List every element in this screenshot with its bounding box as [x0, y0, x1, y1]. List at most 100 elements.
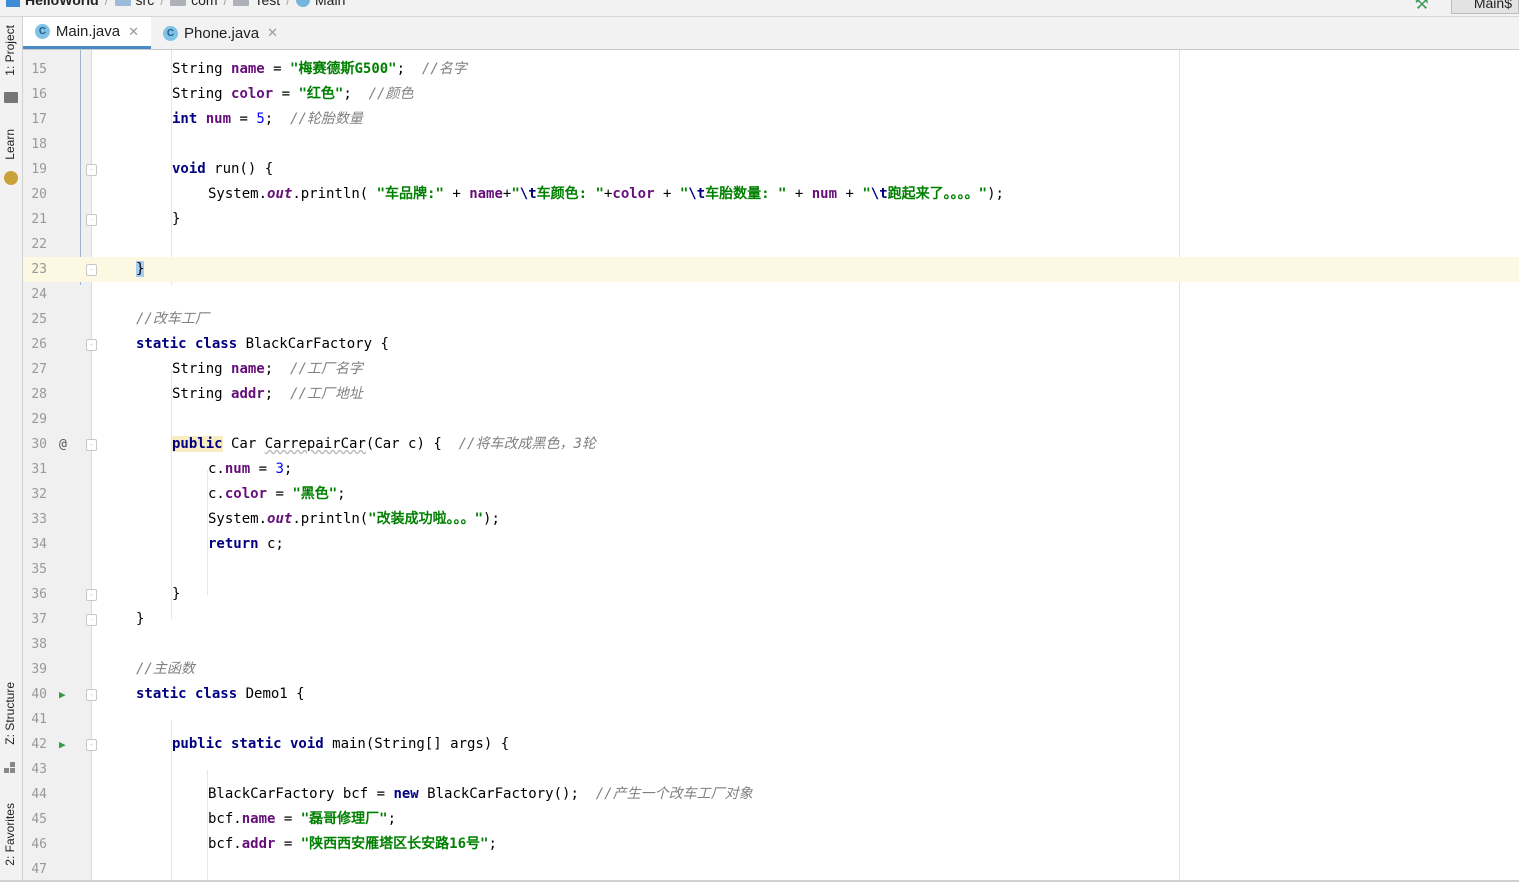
code-line[interactable]: 30 @ - public Car CarrepairCar(Car c) { //将…: [23, 432, 1519, 457]
code-text[interactable]: }: [172, 207, 180, 232]
line-number[interactable]: 19: [23, 157, 47, 182]
code-text[interactable]: }: [136, 607, 144, 632]
code-text[interactable]: c.color = "黑色";: [208, 482, 346, 507]
code-editor[interactable]: 15 String name = "梅赛德斯G500"; //名字 16 String…: [23, 50, 1519, 882]
code-line[interactable]: 35: [23, 557, 1519, 582]
line-number[interactable]: 25: [23, 307, 47, 332]
line-number[interactable]: 34: [23, 532, 47, 557]
code-text[interactable]: String addr; //工厂地址: [172, 382, 363, 407]
code-text[interactable]: //主函数: [136, 657, 195, 682]
breadcrumb-com[interactable]: com: [170, 0, 218, 8]
code-text[interactable]: c.num = 3;: [208, 457, 292, 482]
run-configuration-selector[interactable]: Main$: [1450, 0, 1519, 14]
code-text[interactable]: return c;: [208, 532, 284, 557]
code-line[interactable]: 23 -}: [23, 257, 1519, 282]
code-text[interactable]: System.out.println("改装成功啦。。。");: [208, 507, 500, 532]
code-line[interactable]: 38: [23, 632, 1519, 657]
code-text[interactable]: String color = "红色"; //颜色: [172, 82, 413, 107]
code-line[interactable]: 40 ▶ - static class Demo1 {: [23, 682, 1519, 707]
line-number[interactable]: 42: [23, 732, 47, 757]
build-hammer-icon[interactable]: ⚒: [1415, 0, 1429, 14]
breadcrumb-src[interactable]: src: [114, 0, 154, 8]
line-number[interactable]: 22: [23, 232, 47, 257]
line-number[interactable]: 21: [23, 207, 47, 232]
line-number[interactable]: 20: [23, 182, 47, 207]
line-number[interactable]: 16: [23, 82, 47, 107]
code-line[interactable]: 22: [23, 232, 1519, 257]
fold-start-icon[interactable]: -: [86, 339, 97, 351]
close-icon[interactable]: ✕: [128, 24, 139, 40]
line-number[interactable]: 26: [23, 332, 47, 357]
structure-tool-tab[interactable]: Z: Structure: [3, 682, 17, 745]
code-line[interactable]: 21 -}: [23, 207, 1519, 232]
tab-phone-java[interactable]: C Phone.java ✕: [151, 17, 290, 49]
code-line[interactable]: 24: [23, 282, 1519, 307]
code-line[interactable]: 41: [23, 707, 1519, 732]
code-text[interactable]: static class BlackCarFactory {: [136, 332, 389, 357]
code-line[interactable]: 27 String name; //工厂名字: [23, 357, 1519, 382]
fold-end-icon[interactable]: -: [86, 264, 97, 276]
code-line[interactable]: 47: [23, 857, 1519, 882]
code-line[interactable]: 42 ▶ - public static void main(String[] arg…: [23, 732, 1519, 757]
fold-start-icon[interactable]: -: [86, 739, 97, 751]
line-number[interactable]: 44: [23, 782, 47, 807]
run-icon[interactable]: ▶: [59, 732, 66, 757]
line-number[interactable]: 41: [23, 707, 47, 732]
fold-end-icon[interactable]: -: [86, 589, 97, 601]
line-number[interactable]: 27: [23, 357, 47, 382]
line-number[interactable]: 45: [23, 807, 47, 832]
code-text[interactable]: }: [172, 582, 180, 607]
line-number[interactable]: 15: [23, 57, 47, 82]
line-number[interactable]: 43: [23, 757, 47, 782]
line-number[interactable]: 32: [23, 482, 47, 507]
code-line[interactable]: 29: [23, 407, 1519, 432]
code-line[interactable]: 43: [23, 757, 1519, 782]
code-text[interactable]: public Car CarrepairCar(Car c) { //将车改成黑…: [172, 432, 596, 457]
code-text[interactable]: void run() {: [172, 157, 273, 182]
breadcrumb-project[interactable]: HelloWorld: [6, 0, 99, 8]
code-line[interactable]: 36 -}: [23, 582, 1519, 607]
line-number[interactable]: 31: [23, 457, 47, 482]
line-number[interactable]: 39: [23, 657, 47, 682]
code-line[interactable]: 20 System.out.println( "车品牌:" + name+"\t车…: [23, 182, 1519, 207]
code-text[interactable]: String name = "梅赛德斯G500"; //名字: [172, 57, 467, 82]
line-number[interactable]: 30: [23, 432, 47, 457]
code-line[interactable]: 25 //改车工厂: [23, 307, 1519, 332]
line-number[interactable]: 46: [23, 832, 47, 857]
code-text[interactable]: static class Demo1 {: [136, 682, 305, 707]
code-text[interactable]: String name; //工厂名字: [172, 357, 363, 382]
favorites-tool-tab[interactable]: 2: Favorites: [3, 803, 17, 866]
run-icon[interactable]: ▶: [59, 682, 66, 707]
code-text[interactable]: //改车工厂: [136, 307, 209, 332]
line-number[interactable]: 38: [23, 632, 47, 657]
code-line[interactable]: 18: [23, 132, 1519, 157]
code-line[interactable]: 39 //主函数: [23, 657, 1519, 682]
code-line[interactable]: 28 String addr; //工厂地址: [23, 382, 1519, 407]
code-text[interactable]: bcf.name = "磊哥修理厂";: [208, 807, 396, 832]
fold-start-icon[interactable]: -: [86, 689, 97, 701]
code-line[interactable]: 19 - void run() {: [23, 157, 1519, 182]
code-text[interactable]: bcf.addr = "陕西西安雁塔区长安路16号";: [208, 832, 497, 857]
code-line[interactable]: 46 bcf.addr = "陕西西安雁塔区长安路16号";: [23, 832, 1519, 857]
line-number[interactable]: 40: [23, 682, 47, 707]
line-number[interactable]: 33: [23, 507, 47, 532]
line-number[interactable]: 36: [23, 582, 47, 607]
line-number[interactable]: 28: [23, 382, 47, 407]
line-number[interactable]: 17: [23, 107, 47, 132]
line-number[interactable]: 35: [23, 557, 47, 582]
line-number[interactable]: 18: [23, 132, 47, 157]
code-line[interactable]: 34 return c;: [23, 532, 1519, 557]
fold-end-icon[interactable]: -: [86, 214, 97, 226]
code-line[interactable]: 44 BlackCarFactory bcf = new BlackCarFact…: [23, 782, 1519, 807]
code-text[interactable]: BlackCarFactory bcf = new BlackCarFactor…: [208, 782, 753, 807]
code-line[interactable]: 16 String color = "红色"; //颜色: [23, 82, 1519, 107]
line-number[interactable]: 47: [23, 857, 47, 882]
code-line[interactable]: 31 c.num = 3;: [23, 457, 1519, 482]
project-tool-tab[interactable]: 1: Project: [3, 25, 17, 76]
code-text[interactable]: System.out.println( "车品牌:" + name+"\t车颜色…: [208, 182, 1004, 207]
line-number[interactable]: 23: [23, 257, 47, 282]
code-line[interactable]: 45 bcf.name = "磊哥修理厂";: [23, 807, 1519, 832]
tab-main-java[interactable]: C Main.java ✕: [23, 17, 151, 49]
breadcrumb-main[interactable]: Main: [296, 0, 345, 8]
breadcrumb-test[interactable]: Test: [233, 0, 280, 8]
